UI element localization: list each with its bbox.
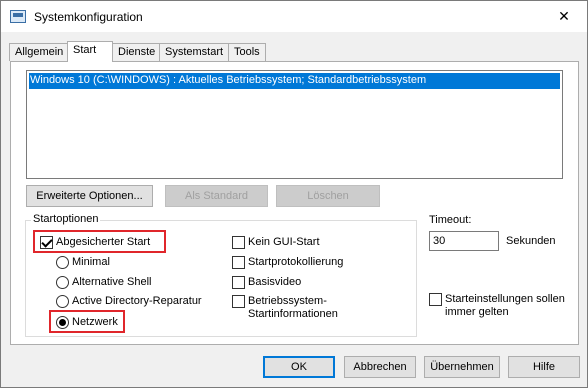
tab-allgemein[interactable]: Allgemein [9, 43, 68, 61]
start-tab-panel: Windows 10 (C:\WINDOWS) : Aktuelles Betr… [10, 61, 579, 345]
delete-button[interactable]: Löschen [276, 185, 380, 207]
make-permanent-label-line2: immer gelten [445, 306, 509, 318]
checkbox-icon [232, 295, 245, 308]
checkbox-icon [232, 276, 245, 289]
boot-log-checkbox[interactable]: Startprotokollierung [232, 256, 343, 269]
timeout-unit: Sekunden [506, 235, 556, 247]
checkbox-icon [232, 236, 245, 249]
checkbox-icon [429, 293, 442, 306]
tab-start[interactable]: Start [67, 41, 113, 62]
tab-dienste[interactable]: Dienste [112, 43, 160, 61]
no-gui-boot-checkbox[interactable]: Kein GUI-Start [232, 236, 320, 249]
set-default-button[interactable]: Als Standard [165, 185, 268, 207]
apply-button[interactable]: Übernehmen [424, 356, 500, 378]
system-config-window: Systemkonfiguration ✕ Allgemein Start Di… [0, 0, 588, 388]
safe-boot-highlight [33, 230, 166, 253]
close-button[interactable]: ✕ [541, 1, 587, 32]
timeout-label: Timeout: [429, 214, 472, 226]
radio-icon [56, 276, 69, 289]
radio-icon [56, 256, 69, 269]
radio-minimal[interactable]: Minimal [56, 256, 110, 269]
window-title: Systemkonfiguration [34, 10, 143, 24]
radio-active-directory-repair[interactable]: Active Directory-Reparatur [56, 295, 202, 308]
base-video-checkbox[interactable]: Basisvideo [232, 276, 301, 289]
checkbox-icon [232, 256, 245, 269]
radio-icon [56, 295, 69, 308]
advanced-options-button[interactable]: Erweiterte Optionen... [26, 185, 153, 207]
cancel-button[interactable]: Abbrechen [344, 356, 416, 378]
tab-tools[interactable]: Tools [228, 43, 266, 61]
boot-options-label: Startoptionen [31, 213, 101, 225]
ok-button[interactable]: OK [263, 356, 335, 378]
title-bar: Systemkonfiguration ✕ [1, 1, 587, 32]
os-boot-info-label-line2: Startinformationen [248, 308, 338, 320]
tab-systemstart[interactable]: Systemstart [159, 43, 229, 61]
help-button[interactable]: Hilfe [508, 356, 580, 378]
network-highlight [49, 310, 125, 333]
os-list[interactable]: Windows 10 (C:\WINDOWS) : Aktuelles Betr… [26, 70, 563, 179]
system-config-app-icon [10, 10, 26, 23]
radio-alternative-shell[interactable]: Alternative Shell [56, 276, 152, 289]
make-permanent-checkbox[interactable]: Starteinstellungen sollen [429, 293, 565, 306]
os-boot-info-checkbox[interactable]: Betriebssystem- [232, 295, 327, 308]
timeout-input[interactable]: 30 [429, 231, 499, 251]
os-list-item[interactable]: Windows 10 (C:\WINDOWS) : Aktuelles Betr… [29, 73, 560, 89]
